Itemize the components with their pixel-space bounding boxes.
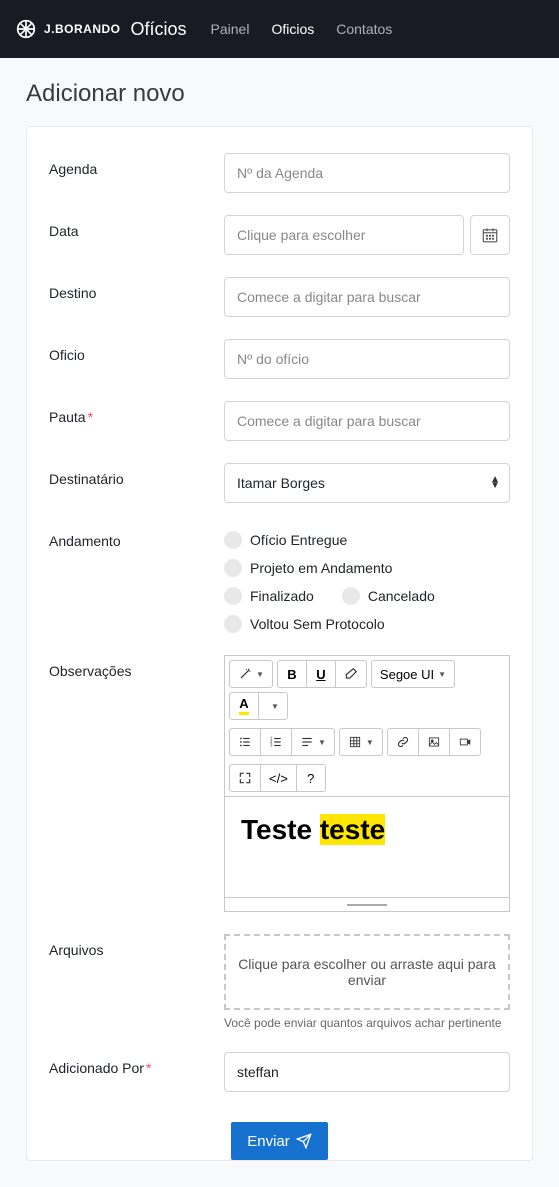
resize-grip-icon xyxy=(347,904,387,906)
radio-icon xyxy=(342,587,360,605)
send-icon xyxy=(296,1133,312,1149)
clear-format-button[interactable] xyxy=(335,660,367,688)
andamento-radios: Ofício Entregue Projeto em Andamento Fin… xyxy=(224,525,510,633)
editor-toolbar: ▼ B U Segoe UI▼ A ▼ xyxy=(225,656,509,797)
picture-icon xyxy=(427,735,441,749)
magic-wand-icon xyxy=(238,667,252,681)
navbar: J.BORANDO Ofícios Painel Oficios Contato… xyxy=(0,0,559,58)
link-icon xyxy=(396,735,410,749)
font-family-button[interactable]: Segoe UI▼ xyxy=(371,660,455,688)
brand-title: Ofícios xyxy=(131,19,187,40)
form-card: Agenda Data Destino Oficio Pauta* Des xyxy=(26,126,533,1161)
svg-text:3: 3 xyxy=(270,743,273,748)
destinatario-label: Destinatário xyxy=(49,463,224,503)
observacoes-label: Observações xyxy=(49,655,224,912)
pauta-input[interactable] xyxy=(224,401,510,441)
paragraph-icon xyxy=(300,735,314,749)
data-label: Data xyxy=(49,215,224,255)
list-ol-icon: 123 xyxy=(269,735,283,749)
fullscreen-icon xyxy=(238,771,252,785)
agenda-label: Agenda xyxy=(49,153,224,193)
font-color-caret[interactable]: ▼ xyxy=(258,692,288,720)
page-title: Adicionar novo xyxy=(0,58,559,126)
code-view-button[interactable]: </> xyxy=(260,764,297,792)
destinatario-select[interactable] xyxy=(224,463,510,503)
paragraph-button[interactable]: ▼ xyxy=(291,728,335,756)
underline-button[interactable]: U xyxy=(306,660,336,688)
adicionado-por-input[interactable] xyxy=(224,1052,510,1092)
nav-link-oficios[interactable]: Oficios xyxy=(271,21,314,37)
radio-voltou-sem-protocolo[interactable]: Voltou Sem Protocolo xyxy=(224,615,385,633)
nav-links: Painel Oficios Contatos xyxy=(211,21,393,37)
editor-resize-handle[interactable] xyxy=(225,897,509,911)
submit-button[interactable]: Enviar xyxy=(231,1122,328,1160)
list-ul-icon xyxy=(238,735,252,749)
link-button[interactable] xyxy=(387,728,419,756)
pauta-label: Pauta* xyxy=(49,401,224,441)
ordered-list-button[interactable]: 123 xyxy=(260,728,292,756)
andamento-label: Andamento xyxy=(49,525,224,633)
destino-label: Destino xyxy=(49,277,224,317)
file-dropzone[interactable]: Clique para escolher ou arraste aqui par… xyxy=(224,934,510,1010)
adicionado-por-label: Adicionado Por* xyxy=(49,1052,224,1092)
font-color-button[interactable]: A xyxy=(229,692,259,720)
table-icon xyxy=(348,735,362,749)
logo-icon xyxy=(16,19,36,39)
arquivos-label: Arquivos xyxy=(49,934,224,1030)
radio-icon xyxy=(224,559,242,577)
radio-projeto-andamento[interactable]: Projeto em Andamento xyxy=(224,559,392,577)
radio-icon xyxy=(224,531,242,549)
radio-icon xyxy=(224,587,242,605)
brand[interactable]: J.BORANDO Ofícios xyxy=(16,19,187,40)
rich-text-editor: ▼ B U Segoe UI▼ A ▼ xyxy=(224,655,510,912)
fullscreen-button[interactable] xyxy=(229,764,261,792)
destino-input[interactable] xyxy=(224,277,510,317)
nav-link-contatos[interactable]: Contatos xyxy=(336,21,392,37)
radio-cancelado[interactable]: Cancelado xyxy=(342,587,435,605)
editor-content[interactable]: Teste teste xyxy=(225,797,509,897)
oficio-label: Oficio xyxy=(49,339,224,379)
eraser-icon xyxy=(344,667,358,681)
data-input[interactable] xyxy=(224,215,464,255)
nav-link-painel[interactable]: Painel xyxy=(211,21,250,37)
radio-icon xyxy=(224,615,242,633)
style-button[interactable]: ▼ xyxy=(229,660,273,688)
arquivos-help: Você pode enviar quantos arquivos achar … xyxy=(224,1016,510,1030)
radio-oficio-entregue[interactable]: Ofício Entregue xyxy=(224,531,347,549)
brand-text: J.BORANDO xyxy=(44,23,121,35)
oficio-input[interactable] xyxy=(224,339,510,379)
picture-button[interactable] xyxy=(418,728,450,756)
calendar-icon xyxy=(481,226,499,244)
bold-button[interactable]: B xyxy=(277,660,307,688)
video-icon xyxy=(458,735,472,749)
agenda-input[interactable] xyxy=(224,153,510,193)
help-button[interactable]: ? xyxy=(296,764,326,792)
radio-finalizado[interactable]: Finalizado xyxy=(224,587,314,605)
video-button[interactable] xyxy=(449,728,481,756)
unordered-list-button[interactable] xyxy=(229,728,261,756)
calendar-button[interactable] xyxy=(470,215,510,255)
table-button[interactable]: ▼ xyxy=(339,728,383,756)
